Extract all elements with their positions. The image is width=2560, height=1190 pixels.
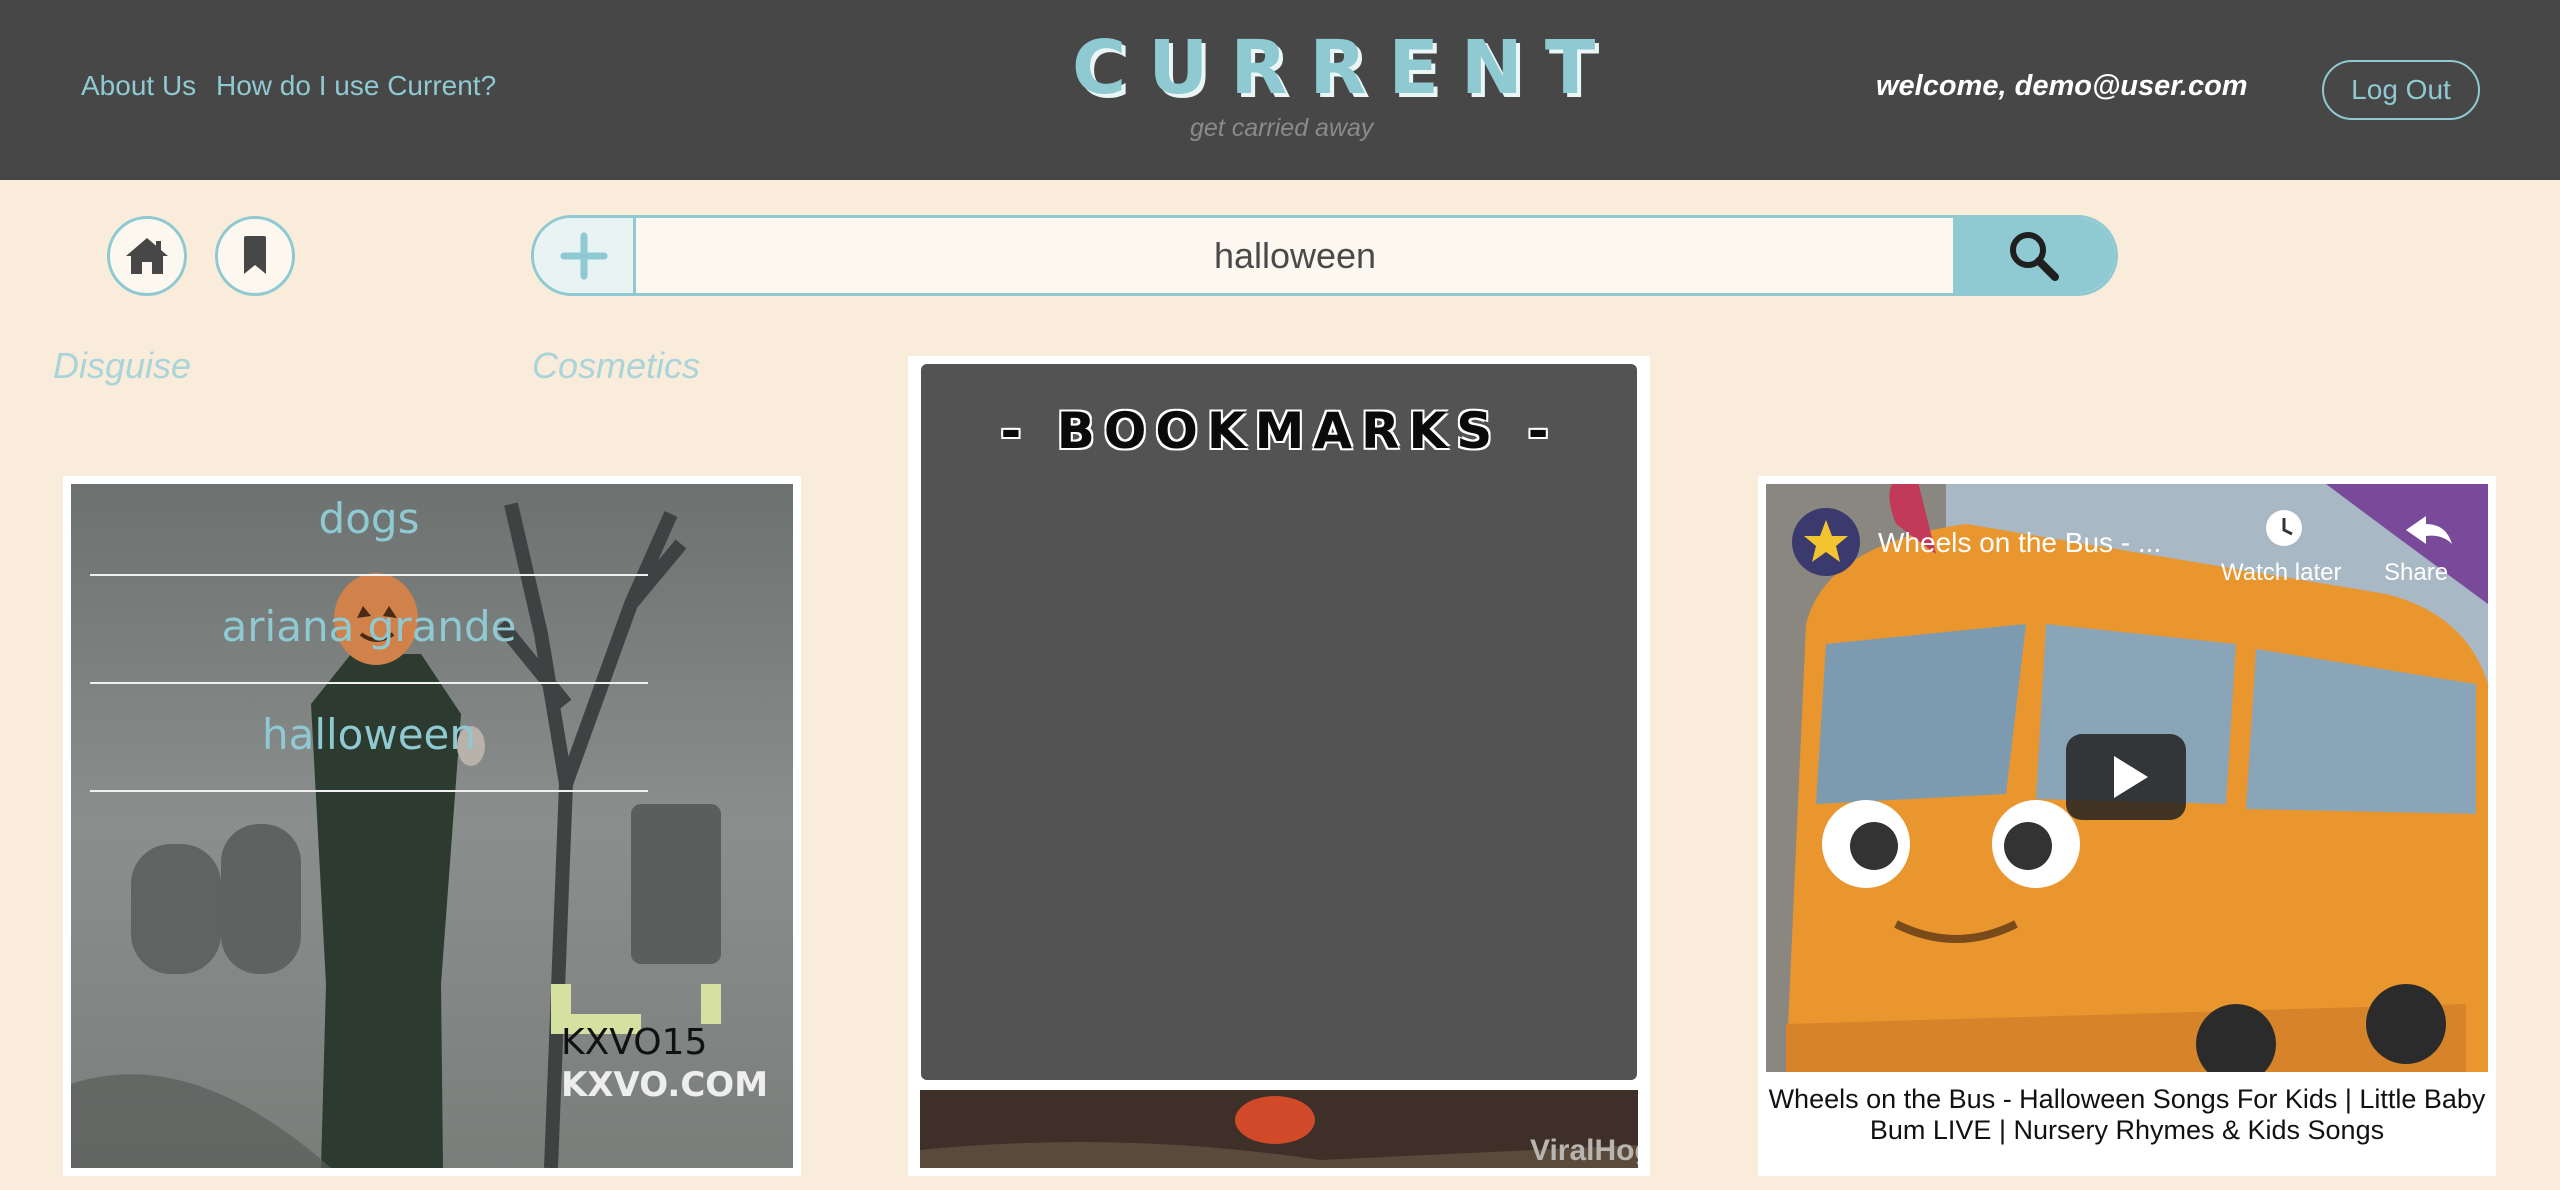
watch-later-label[interactable]: Watch later [2221, 559, 2341, 586]
media-card-right[interactable]: Wheels on the Bus - ... Watch later Shar… [1758, 476, 2496, 1176]
category-disguise[interactable]: Disguise [53, 345, 191, 387]
welcome-message: welcome, demo@user.com [1876, 70, 2248, 102]
share-label[interactable]: Share [2384, 559, 2448, 586]
watermark-viralhog: ViralHog [1530, 1134, 1638, 1167]
bookmark-item[interactable]: ariana grande [90, 576, 648, 684]
search-bar [531, 215, 2118, 296]
log-out-button[interactable]: Log Out [2322, 60, 2480, 120]
video-title[interactable]: Wheels on the Bus - ... [1878, 527, 2161, 558]
watermark-url: KXVO.COM [561, 1065, 768, 1105]
youtube-video-embed[interactable]: Wheels on the Bus - ... Watch later Shar… [1766, 484, 2488, 1072]
center-media-image: ViralHog [920, 1090, 1638, 1168]
video-thumbnail: Wheels on the Bus - ... Watch later Shar… [1766, 484, 2488, 1072]
add-topic-button[interactable] [534, 218, 636, 293]
bookmark-item[interactable]: dogs [90, 468, 648, 576]
search-button[interactable] [1953, 218, 2115, 293]
how-to-use-link[interactable]: How do I use Current? [216, 70, 496, 102]
site-tagline: get carried away [1190, 114, 1374, 142]
center-media-preview[interactable]: ViralHog [920, 1090, 1638, 1168]
video-caption: Wheels on the Bus - Halloween Songs For … [1768, 1084, 2486, 1145]
watermark-channel: KXVO15 [561, 1022, 707, 1063]
bookmark-icon [244, 236, 266, 274]
category-cosmetics[interactable]: Cosmetics [532, 345, 700, 387]
bookmarks-button[interactable] [215, 216, 295, 296]
bookmark-item[interactable]: halloween [90, 684, 648, 792]
bookmarks-title: - BOOKMARKS - [1000, 402, 1558, 460]
about-us-link[interactable]: About Us [81, 70, 196, 102]
plus-icon [560, 232, 607, 279]
search-input[interactable] [639, 218, 1951, 293]
home-button[interactable] [107, 216, 187, 296]
home-icon [126, 238, 168, 274]
top-header: About Us How do I use Current? CURRENT g… [0, 0, 2560, 180]
site-logo[interactable]: CURRENT [1072, 28, 1617, 108]
bookmarks-panel: - BOOKMARKS - [921, 364, 1637, 1080]
search-icon [2010, 231, 2059, 281]
